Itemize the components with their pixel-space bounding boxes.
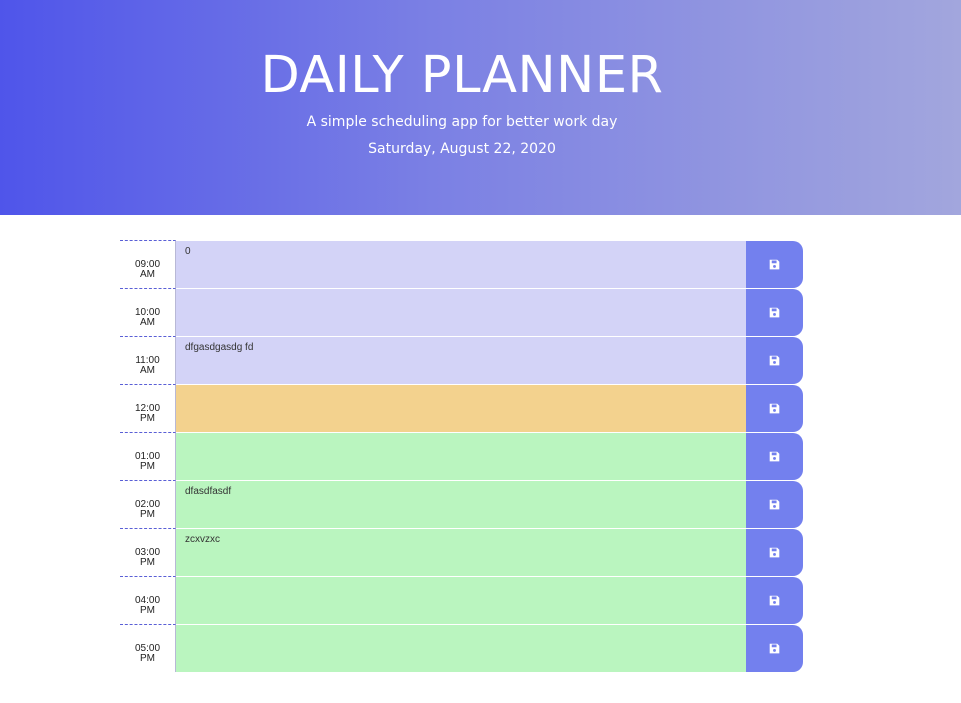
hour-label: 12:00 PM bbox=[120, 384, 176, 432]
time-block-row: 01:00 PM bbox=[120, 432, 804, 480]
hour-time: 04:00 bbox=[134, 594, 161, 606]
event-description-input[interactable]: 0 bbox=[176, 240, 746, 288]
hour-period: PM bbox=[140, 556, 155, 568]
planner-container: 09:00 AM 0 10:00 AM 11:00 AM dfgasdgasdg… bbox=[120, 240, 804, 672]
hour-period: PM bbox=[140, 652, 155, 664]
event-description-input[interactable] bbox=[176, 624, 746, 672]
event-description-input[interactable] bbox=[176, 288, 746, 336]
event-description-input[interactable]: dfasdfasdf bbox=[176, 480, 746, 528]
hour-label: 02:00 PM bbox=[120, 480, 176, 528]
floppy-disk-icon bbox=[769, 547, 780, 558]
hour-time: 02:00 bbox=[134, 498, 161, 510]
hour-period: PM bbox=[140, 508, 155, 520]
hour-time: 12:00 bbox=[134, 402, 161, 414]
hour-period: AM bbox=[140, 316, 155, 328]
event-description-input[interactable] bbox=[176, 576, 746, 624]
hour-label: 03:00 PM bbox=[120, 528, 176, 576]
hour-time: 11:00 bbox=[135, 354, 160, 366]
hour-label: 11:00 AM bbox=[120, 336, 176, 384]
save-button[interactable] bbox=[746, 385, 803, 432]
floppy-disk-icon bbox=[769, 499, 780, 510]
floppy-disk-icon bbox=[769, 307, 780, 318]
hour-period: PM bbox=[140, 412, 155, 424]
time-block-row: 02:00 PM dfasdfasdf bbox=[120, 480, 804, 528]
event-description-input[interactable]: zcxvzxc bbox=[176, 528, 746, 576]
save-button[interactable] bbox=[746, 433, 803, 480]
hour-label: 04:00 PM bbox=[120, 576, 176, 624]
page-subtitle: A simple scheduling app for better work … bbox=[306, 114, 618, 130]
save-button[interactable] bbox=[746, 289, 803, 336]
save-button[interactable] bbox=[746, 625, 803, 672]
save-button[interactable] bbox=[746, 529, 803, 576]
time-block-row: 09:00 AM 0 bbox=[120, 240, 804, 288]
hour-time: 05:00 bbox=[134, 642, 161, 654]
time-block-row: 03:00 PM zcxvzxc bbox=[120, 528, 804, 576]
hour-period: PM bbox=[140, 460, 155, 472]
time-block-row: 04:00 PM bbox=[120, 576, 804, 624]
time-block-row: 05:00 PM bbox=[120, 624, 804, 672]
hour-label: 10:00 AM bbox=[120, 288, 176, 336]
save-button[interactable] bbox=[746, 577, 803, 624]
page-title: DAILY PLANNER bbox=[260, 46, 664, 105]
hour-label: 09:00 AM bbox=[120, 240, 176, 288]
event-description-input[interactable]: dfgasdgasdg fd bbox=[176, 336, 746, 384]
hour-time: 03:00 bbox=[134, 546, 161, 558]
time-block-row: 10:00 AM bbox=[120, 288, 804, 336]
hour-time: 10:00 bbox=[134, 306, 161, 318]
floppy-disk-icon bbox=[769, 595, 780, 606]
floppy-disk-icon bbox=[769, 355, 780, 366]
save-button[interactable] bbox=[746, 337, 803, 384]
hour-label: 01:00 PM bbox=[120, 432, 176, 480]
time-block-row: 11:00 AM dfgasdgasdg fd bbox=[120, 336, 804, 384]
hour-period: AM bbox=[140, 268, 155, 280]
header-jumbotron: DAILY PLANNER A simple scheduling app fo… bbox=[0, 0, 961, 215]
floppy-disk-icon bbox=[769, 451, 780, 462]
event-description-input[interactable] bbox=[176, 432, 746, 480]
current-day: Saturday, August 22, 2020 bbox=[368, 141, 556, 157]
hour-period: AM bbox=[139, 364, 155, 376]
time-block-row: 12:00 PM bbox=[120, 384, 804, 432]
hour-label: 05:00 PM bbox=[120, 624, 176, 672]
save-button[interactable] bbox=[746, 481, 803, 528]
event-description-input[interactable] bbox=[176, 384, 746, 432]
floppy-disk-icon bbox=[769, 259, 780, 270]
floppy-disk-icon bbox=[769, 403, 780, 414]
save-button[interactable] bbox=[746, 241, 803, 288]
floppy-disk-icon bbox=[769, 643, 780, 654]
hour-time: 09:00 bbox=[134, 258, 161, 270]
hour-period: PM bbox=[140, 604, 155, 616]
hour-time: 01:00 bbox=[134, 450, 161, 462]
